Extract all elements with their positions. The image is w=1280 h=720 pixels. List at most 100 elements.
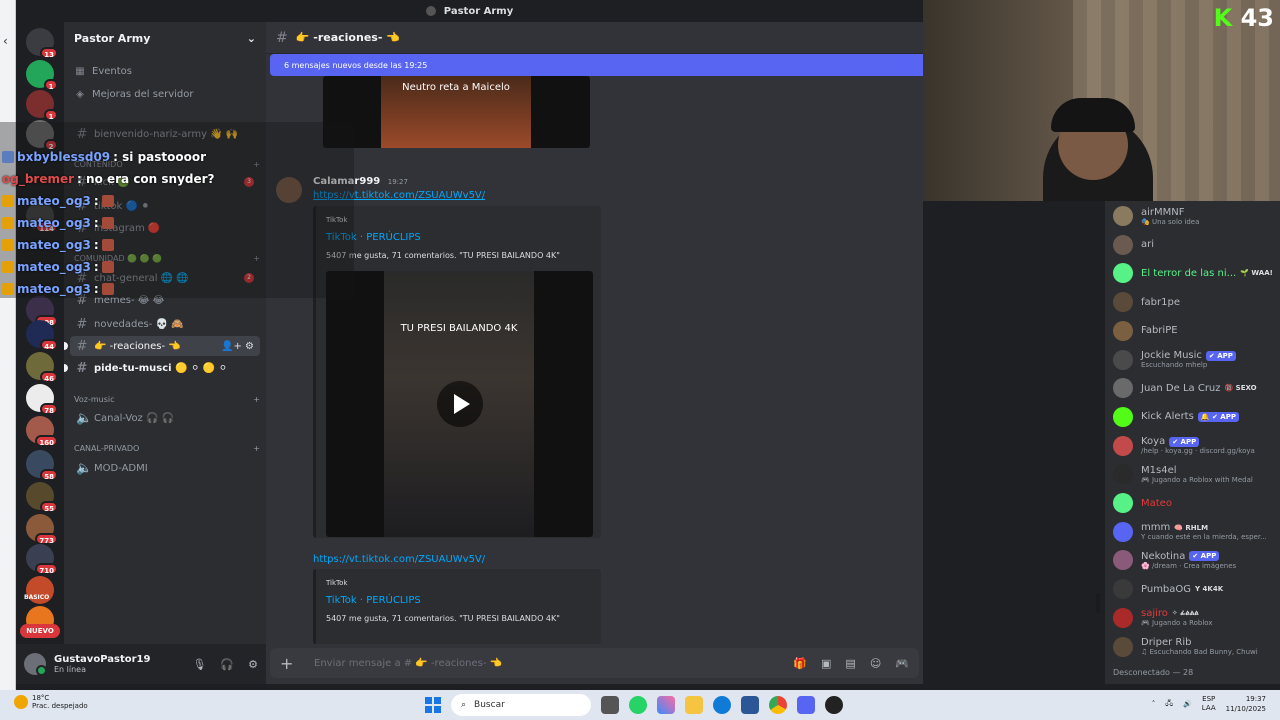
avatar[interactable] [1113,636,1133,657]
server-icon[interactable]: 1 [26,90,58,121]
member-item[interactable]: mmm 🧠 RHLM Y cuando esté en la mierda, esp… [1113,519,1278,545]
direct-messages-icon[interactable]: 13 [26,28,58,59]
avatar[interactable] [1113,320,1133,341]
avatar[interactable] [1113,263,1133,284]
windows-start-icon[interactable] [425,697,441,713]
network-icon[interactable]: 🖧 [1165,699,1173,710]
server-icon[interactable]: 773 [26,514,58,545]
member-item[interactable]: Koya ✔ APP/help · koya.gg · discord.gg/ko… [1113,433,1278,459]
obs-icon[interactable] [825,696,843,714]
unread-pip [64,364,68,372]
language-indicator[interactable]: ESP LAA [1202,695,1216,713]
events-item[interactable]: ▦ Eventos [74,66,132,77]
chevron-down-icon[interactable]: ⌄ [247,32,256,45]
embed-title[interactable]: TikTok · PERÚCLIPS [326,232,601,243]
member-item[interactable]: Driper Rib ♫ Escuchando Bad Bunny, Chuwi [1113,634,1278,660]
voice-channel-mod-admi[interactable]: 🔈 MOD-ADMI [70,458,260,478]
weather-widget[interactable]: 18°C Prac. despejado [14,694,88,710]
server-icon-green[interactable]: 1 [26,60,58,91]
member-item[interactable]: M1s4el 🎮 Jugando a Roblox with Medal [1113,461,1278,487]
gift-icon[interactable]: 🎁 [793,657,807,670]
store-icon[interactable] [741,696,759,714]
clock[interactable]: 19:37 11/10/2025 [1226,694,1266,714]
video-embed[interactable]: TU PRESI BAILANDO 4K [326,271,593,537]
avatar[interactable] [1113,464,1133,485]
member-item[interactable]: airMMNF 🎭 Una solo idea [1113,203,1278,229]
taskbar-search[interactable]: ⌕ Buscar [451,694,591,716]
gear-icon[interactable]: ⚙ [248,658,258,671]
member-item[interactable]: Nekotina ✔ APP 🌸 /dream · Crea imágenes [1113,547,1278,573]
play-icon[interactable] [437,381,483,427]
new-messages-bar[interactable]: 6 mensajes nuevos desde las 19:25 [270,54,923,76]
gif-icon[interactable]: ▣ [821,657,831,670]
emoji-icon[interactable]: ☺ [870,657,881,670]
member-item[interactable]: Kick Alerts 🔔 ✔ APP [1113,404,1278,430]
microphone-icon[interactable]: 🎙 [192,658,206,671]
add-channel-icon[interactable]: + [253,444,260,453]
whatsapp-icon[interactable] [629,696,647,714]
server-header[interactable]: Pastor Army ⌄ [64,22,266,54]
plus-icon[interactable]: + [280,654,300,673]
sticker-icon[interactable]: ▤ [845,657,855,670]
avatar[interactable] [1113,607,1133,628]
scrollbar[interactable] [1096,593,1100,613]
member-item[interactable]: El terror de las ni... 🌱 WAA! [1113,260,1278,286]
edge-icon[interactable] [713,696,731,714]
server-boost-item[interactable]: ◈ Mejoras del servidor [74,89,193,100]
avatar[interactable] [1113,435,1133,456]
member-item[interactable]: Juan De La Cruz 🔞 SEXO [1113,375,1278,401]
member-item[interactable]: FabriPE [1113,318,1278,344]
copilot-icon[interactable] [657,696,675,714]
back-arrow-icon[interactable]: ‹ [3,34,8,48]
chevron-up-icon[interactable]: ˄ [1152,700,1156,708]
server-icon[interactable]: 710 [26,544,58,575]
composer-placeholder[interactable]: Enviar mensaje a # 👉 -reaciones- 👈 [314,658,502,669]
server-icon[interactable]: 78 [26,384,58,415]
member-item[interactable]: sajiro ✧ ፊልልል 🎮 Jugando a Roblox [1113,605,1278,631]
avatar[interactable] [1113,234,1133,255]
volume-icon[interactable]: 🔊 [1183,700,1192,708]
channel-settings-icon[interactable]: 👤+ ⚙ [221,341,254,352]
avatar[interactable] [1113,378,1133,399]
embed-title[interactable]: TikTok · PERÚCLIPS [326,595,601,606]
add-channel-icon[interactable]: + [253,395,260,404]
message-composer[interactable]: + Enviar mensaje a # 👉 -reaciones- 👈 🎁 ▣… [270,648,919,678]
avatar[interactable] [1113,493,1133,513]
avatar[interactable] [1113,206,1133,226]
category-canal-privado[interactable]: CANAL-PRIVADO + [74,444,260,453]
avatar[interactable] [1113,521,1133,542]
avatar[interactable] [1113,349,1133,370]
previous-video-embed[interactable]: Neutro reta a Maicelo [323,76,590,148]
task-view-icon[interactable] [601,696,619,714]
server-icon[interactable]: 46 [26,352,58,383]
new-servers-pill[interactable]: NUEVO [20,624,60,638]
server-icon[interactable]: 160 [26,416,58,447]
server-icon[interactable]: 58 [26,450,58,481]
category-voz-music[interactable]: Voz-music + [74,395,260,404]
message-link[interactable]: https://vt.tiktok.com/ZSUAUWv5V/ [313,554,485,565]
member-item[interactable]: PumbaOG Y 4K4K [1113,576,1278,602]
avatar[interactable] [1113,292,1133,313]
apps-icon[interactable]: 🎮 [895,657,909,670]
server-icon[interactable]: 44 [26,320,58,351]
avatar[interactable] [24,653,47,676]
channel-novedades[interactable]: # novedades- 💀 🙈 [70,314,260,334]
file-explorer-icon[interactable] [685,696,703,714]
channel-reaciones[interactable]: # 👉 -reaciones- 👈 👤+ ⚙ [70,336,260,356]
discord-icon[interactable] [797,696,815,714]
member-item[interactable]: Jockie Music ✔ APP Escuchando mhelp [1113,347,1278,373]
server-icon[interactable]: BASICO [24,576,54,604]
member-tag: Y 4K4K [1195,585,1224,594]
channel-pide-tu-musci[interactable]: # pide-tu-musci 🟡 ⚪ 🟡 ⚪ [70,358,260,378]
avatar[interactable] [1113,406,1133,427]
headphones-icon[interactable]: 🎧 [220,658,234,671]
chrome-icon[interactable] [769,696,787,714]
avatar[interactable] [1113,579,1133,600]
member-item[interactable]: ari [1113,232,1278,258]
voice-channel-canal-voz[interactable]: 🔈 Canal-Voz 🎧 🎧 [70,408,260,428]
member-item[interactable]: Mateo [1113,490,1278,516]
server-icon[interactable]: 55 [26,482,58,513]
chat-badge-icon [2,217,14,229]
avatar[interactable] [1113,550,1133,571]
member-item[interactable]: fabr1pe [1113,289,1278,315]
